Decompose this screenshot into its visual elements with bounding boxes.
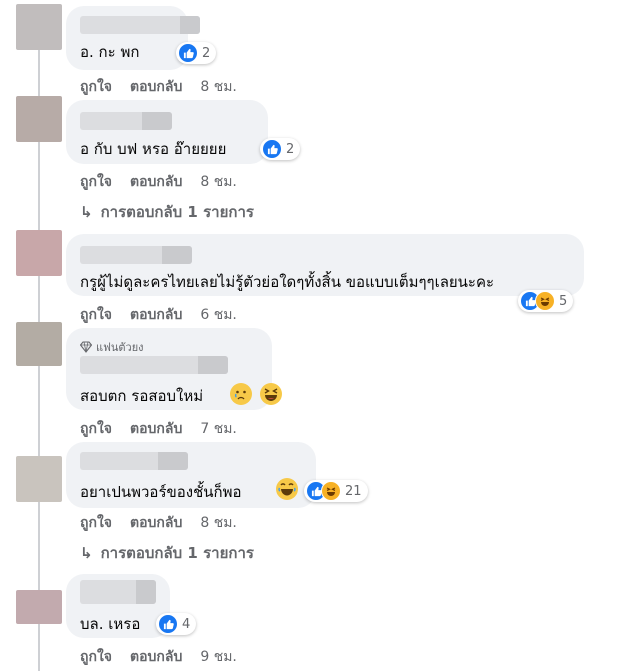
- laughing-face-icon: [535, 291, 555, 311]
- reaction-summary[interactable]: 21: [304, 480, 368, 502]
- comment-text: สอบตก รอสอบใหม่: [80, 387, 204, 405]
- timestamp[interactable]: 7 ชม.: [200, 421, 237, 437]
- reaction-summary[interactable]: 5: [518, 290, 574, 312]
- comment-text: กรูผู้ไม่ดูละครไทยเลยไม่รู้ตัวย่อใดๆทั้ง…: [80, 273, 495, 291]
- thumbs-up-icon: [262, 139, 282, 159]
- comment-actions: ถูกใจ ตอบกลับ 9 ชม.: [80, 646, 237, 668]
- timestamp[interactable]: 8 ชม.: [200, 79, 237, 95]
- comment-bubble: กรูผู้ไม่ดูละครไทยเลยไม่รู้ตัวย่อใดๆทั้ง…: [66, 234, 584, 296]
- reaction-count: 21: [345, 483, 362, 499]
- laughing-face-emoji: [276, 478, 298, 500]
- view-replies-link[interactable]: ↳ การตอบกลับ 1 รายการ: [80, 200, 254, 224]
- author-name-redacted[interactable]: [80, 452, 188, 470]
- comment-actions: ถูกใจ ตอบกลับ 8 ชม.: [80, 512, 237, 534]
- like-button[interactable]: ถูกใจ: [80, 421, 112, 437]
- reply-button[interactable]: ตอบกลับ: [130, 79, 182, 95]
- reply-button[interactable]: ตอบกลับ: [130, 307, 182, 323]
- badge-label: แฟนตัวยง: [96, 341, 144, 354]
- reaction-count: 4: [182, 616, 191, 632]
- diamond-icon: [79, 341, 93, 353]
- timestamp[interactable]: 8 ชม.: [200, 174, 237, 190]
- laughing-face-emoji: [260, 383, 282, 405]
- like-button[interactable]: ถูกใจ: [80, 79, 112, 95]
- avatar[interactable]: [16, 4, 62, 50]
- avatar[interactable]: [16, 96, 62, 142]
- comment-actions: ถูกใจ ตอบกลับ 6 ชม.: [80, 304, 237, 326]
- comment-actions: ถูกใจ ตอบกลับ 8 ชม.: [80, 76, 237, 98]
- reply-button[interactable]: ตอบกลับ: [130, 649, 182, 665]
- like-button[interactable]: ถูกใจ: [80, 174, 112, 190]
- author-name-redacted[interactable]: [80, 16, 200, 34]
- thumbs-up-icon: [178, 43, 198, 63]
- like-button[interactable]: ถูกใจ: [80, 649, 112, 665]
- author-name-redacted[interactable]: [80, 246, 192, 264]
- author-name-redacted[interactable]: [80, 112, 172, 130]
- reply-arrow-icon: ↳: [80, 544, 93, 562]
- comment-bubble: อ. กะ พก: [66, 6, 200, 70]
- timestamp[interactable]: 6 ชม.: [200, 307, 237, 323]
- comment-actions: ถูกใจ ตอบกลับ 7 ชม.: [80, 418, 237, 440]
- comment-bubble: อยาเปนพวอร์ของชั้นก็พอ: [66, 442, 316, 508]
- reaction-summary[interactable]: 4: [156, 613, 197, 635]
- replies-label: การตอบกลับ 1 รายการ: [100, 203, 254, 221]
- like-button[interactable]: ถูกใจ: [80, 307, 112, 323]
- comment-text: อ กับ บฟ หรอ อ๊ายยยย: [80, 140, 227, 158]
- reaction-count: 2: [202, 45, 211, 61]
- author-name-redacted[interactable]: [80, 356, 228, 374]
- avatar[interactable]: [16, 590, 62, 624]
- reply-button[interactable]: ตอบกลับ: [130, 421, 182, 437]
- fan-badge[interactable]: แฟนตัวยง: [79, 338, 144, 356]
- like-button[interactable]: ถูกใจ: [80, 515, 112, 531]
- comment-bubble: บล. เหรอ: [66, 574, 170, 638]
- comment-text: อยาเปนพวอร์ของชั้นก็พอ: [80, 483, 242, 501]
- view-replies-link[interactable]: ↳ การตอบกลับ 1 รายการ: [80, 541, 254, 565]
- comment-bubble: อ กับ บฟ หรอ อ๊ายยยย: [66, 100, 268, 164]
- reply-arrow-icon: ↳: [80, 203, 93, 221]
- reply-button[interactable]: ตอบกลับ: [130, 515, 182, 531]
- reaction-summary[interactable]: 2: [260, 138, 301, 160]
- thumbs-up-icon: [158, 614, 178, 634]
- comment-text: อ. กะ พก: [80, 43, 140, 61]
- reaction-summary[interactable]: 2: [176, 42, 217, 64]
- laughing-face-icon: [321, 481, 341, 501]
- comment-text: บล. เหรอ: [80, 615, 141, 633]
- comment-actions: ถูกใจ ตอบกลับ 8 ชม.: [80, 171, 237, 193]
- author-name-redacted[interactable]: [80, 580, 156, 604]
- reply-button[interactable]: ตอบกลับ: [130, 174, 182, 190]
- crying-face-emoji: [230, 383, 252, 405]
- timestamp[interactable]: 9 ชม.: [200, 649, 237, 665]
- comment-bubble: แฟนตัวยง สอบตก รอสอบใหม่: [66, 328, 282, 410]
- replies-label: การตอบกลับ 1 รายการ: [100, 544, 254, 562]
- avatar[interactable]: [16, 322, 62, 366]
- avatar[interactable]: [16, 456, 62, 502]
- reaction-count: 2: [286, 141, 295, 157]
- avatar[interactable]: [16, 230, 62, 276]
- timestamp[interactable]: 8 ชม.: [200, 515, 237, 531]
- reaction-count: 5: [559, 293, 568, 309]
